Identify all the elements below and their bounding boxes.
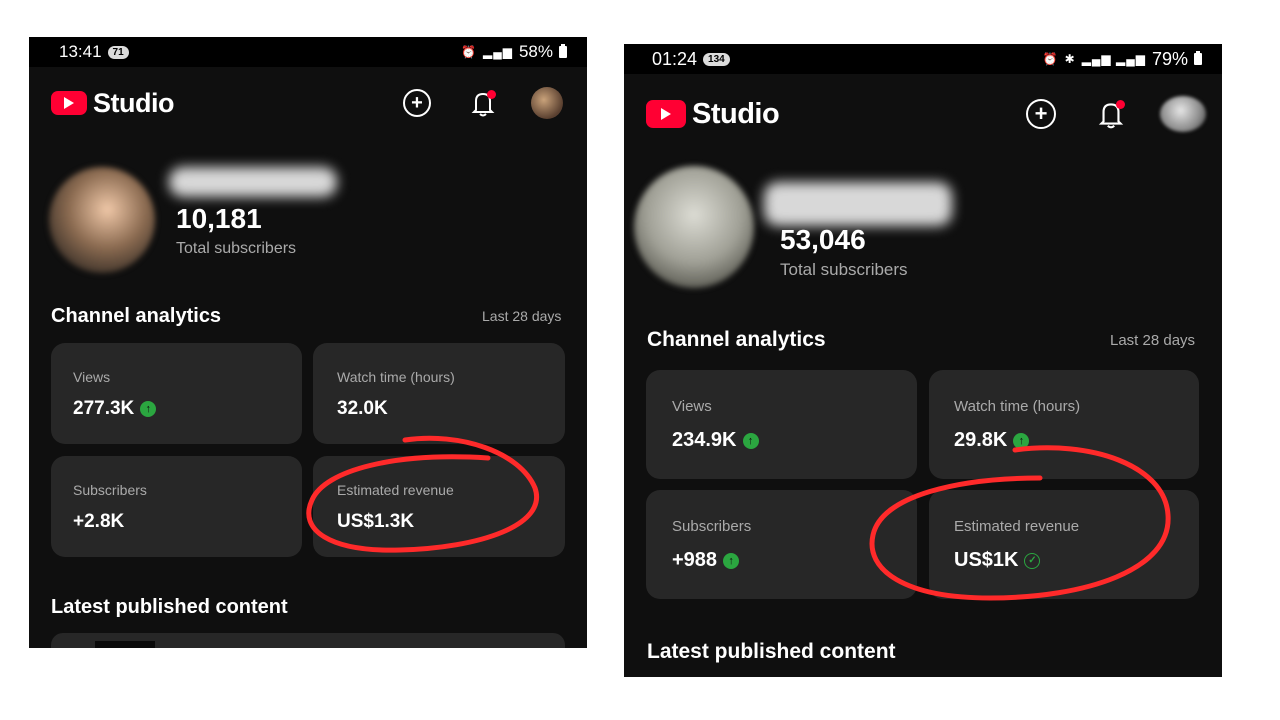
notification-dot — [487, 90, 496, 99]
check-circle-icon: ✓ — [1024, 552, 1041, 569]
header-actions: + — [403, 87, 563, 119]
subscribers-card[interactable]: Subscribers +988 ↑ — [646, 490, 917, 599]
card-label: Subscribers — [73, 482, 147, 498]
card-value: 234.9K — [672, 429, 737, 451]
card-label: Views — [672, 398, 712, 415]
subscribers-card[interactable]: Subscribers +2.8K — [51, 456, 302, 557]
battery-icon — [1194, 51, 1202, 65]
channel-analytics-title: Channel analytics — [51, 305, 222, 327]
app-name: Studio — [93, 87, 174, 118]
card-label: Subscribers — [672, 518, 752, 535]
card-label: Views — [73, 369, 111, 385]
views-card[interactable]: Views 277.3K ↑ — [51, 343, 302, 444]
card-value: 277.3K — [73, 398, 135, 419]
card-value: +988 — [672, 549, 718, 571]
notification-dot — [1116, 100, 1125, 109]
channel-name-blurred — [764, 182, 952, 226]
channel-avatar — [49, 167, 155, 273]
bluetooth-icon: ✱ — [1064, 52, 1076, 66]
battery-icon — [559, 44, 567, 58]
signal-icon: ▂▄▆ ▂▄▆ — [1081, 52, 1146, 66]
app-name: Studio — [692, 97, 780, 130]
latest-content-card[interactable] — [51, 633, 565, 648]
views-card[interactable]: Views 234.9K ↑ — [646, 370, 917, 479]
battery-percent: 58% — [518, 42, 553, 61]
card-label: Estimated revenue — [954, 518, 1080, 535]
watch-time-card[interactable]: Watch time (hours) 32.0K — [313, 343, 565, 444]
header-actions: + — [1026, 96, 1206, 132]
card-value: 32.0K — [337, 398, 388, 419]
status-bar: 01:24 134 ⏰ ✱ ▂▄▆ ▂▄▆ 79% — [624, 44, 1222, 74]
latest-content-title: Latest published content — [51, 596, 288, 618]
card-label: Watch time (hours) — [337, 369, 455, 385]
subscriber-count-label: Total subscribers — [780, 260, 908, 279]
card-value: US$1K — [954, 549, 1019, 571]
plus-icon[interactable]: + — [403, 89, 431, 117]
signal-icon: ▂▄▆ — [483, 45, 513, 59]
bell-icon[interactable] — [471, 88, 496, 118]
analytics-range[interactable]: Last 28 days — [482, 308, 561, 324]
avatar[interactable] — [531, 87, 563, 119]
channel-avatar — [634, 166, 754, 288]
estimated-revenue-card[interactable]: Estimated revenue US$1.3K — [313, 456, 565, 557]
up-arrow-icon: ↑ — [742, 432, 759, 449]
card-label: Watch time (hours) — [954, 398, 1081, 415]
up-arrow-icon: ↑ — [723, 552, 740, 569]
card-value: 29.8K — [954, 429, 1008, 451]
alarm-icon: ⏰ — [1042, 52, 1059, 66]
notification-count-badge: 134 — [703, 52, 730, 66]
watch-time-card[interactable]: Watch time (hours) 29.8K ↑ — [929, 370, 1199, 479]
content-thumbnail — [95, 641, 155, 648]
up-arrow-icon: ↑ — [140, 401, 157, 417]
status-time: 01:24 — [652, 48, 698, 69]
channel-analytics-title: Channel analytics — [647, 328, 826, 351]
alarm-icon: ⏰ — [461, 45, 477, 59]
card-value: +2.8K — [73, 511, 125, 532]
youtube-studio-logo[interactable]: Studio — [51, 88, 174, 119]
bell-icon[interactable] — [1098, 98, 1125, 130]
subscriber-count-label: Total subscribers — [176, 240, 297, 257]
battery-percent: 79% — [1151, 48, 1188, 69]
subscriber-count: 10,181 — [176, 203, 262, 234]
youtube-logo-icon — [646, 100, 686, 128]
latest-content-title: Latest published content — [647, 640, 896, 663]
status-bar: 13:41 71 ⏰ ▂▄▆ 58% — [29, 37, 587, 67]
notification-count-badge: 71 — [107, 45, 129, 59]
estimated-revenue-card[interactable]: Estimated revenue US$1K ✓ — [929, 490, 1199, 599]
avatar[interactable] — [1160, 96, 1206, 132]
card-label: Estimated revenue — [337, 482, 454, 498]
plus-icon[interactable]: + — [1026, 99, 1056, 129]
phone-screenshot-left: 13:41 71 ⏰ ▂▄▆ 58% Studio + 10,181 Total… — [29, 37, 587, 648]
youtube-logo-icon — [51, 91, 87, 115]
analytics-range[interactable]: Last 28 days — [1110, 332, 1195, 349]
card-value: US$1.3K — [337, 511, 415, 532]
phone-screenshot-right: 01:24 134 ⏰ ✱ ▂▄▆ ▂▄▆ 79% Studio + 53,04… — [624, 44, 1222, 677]
subscriber-count: 53,046 — [780, 224, 866, 255]
youtube-studio-logo[interactable]: Studio — [646, 97, 780, 131]
channel-name-blurred — [169, 167, 337, 197]
up-arrow-icon: ↑ — [1013, 432, 1030, 449]
status-time: 13:41 — [59, 42, 102, 61]
